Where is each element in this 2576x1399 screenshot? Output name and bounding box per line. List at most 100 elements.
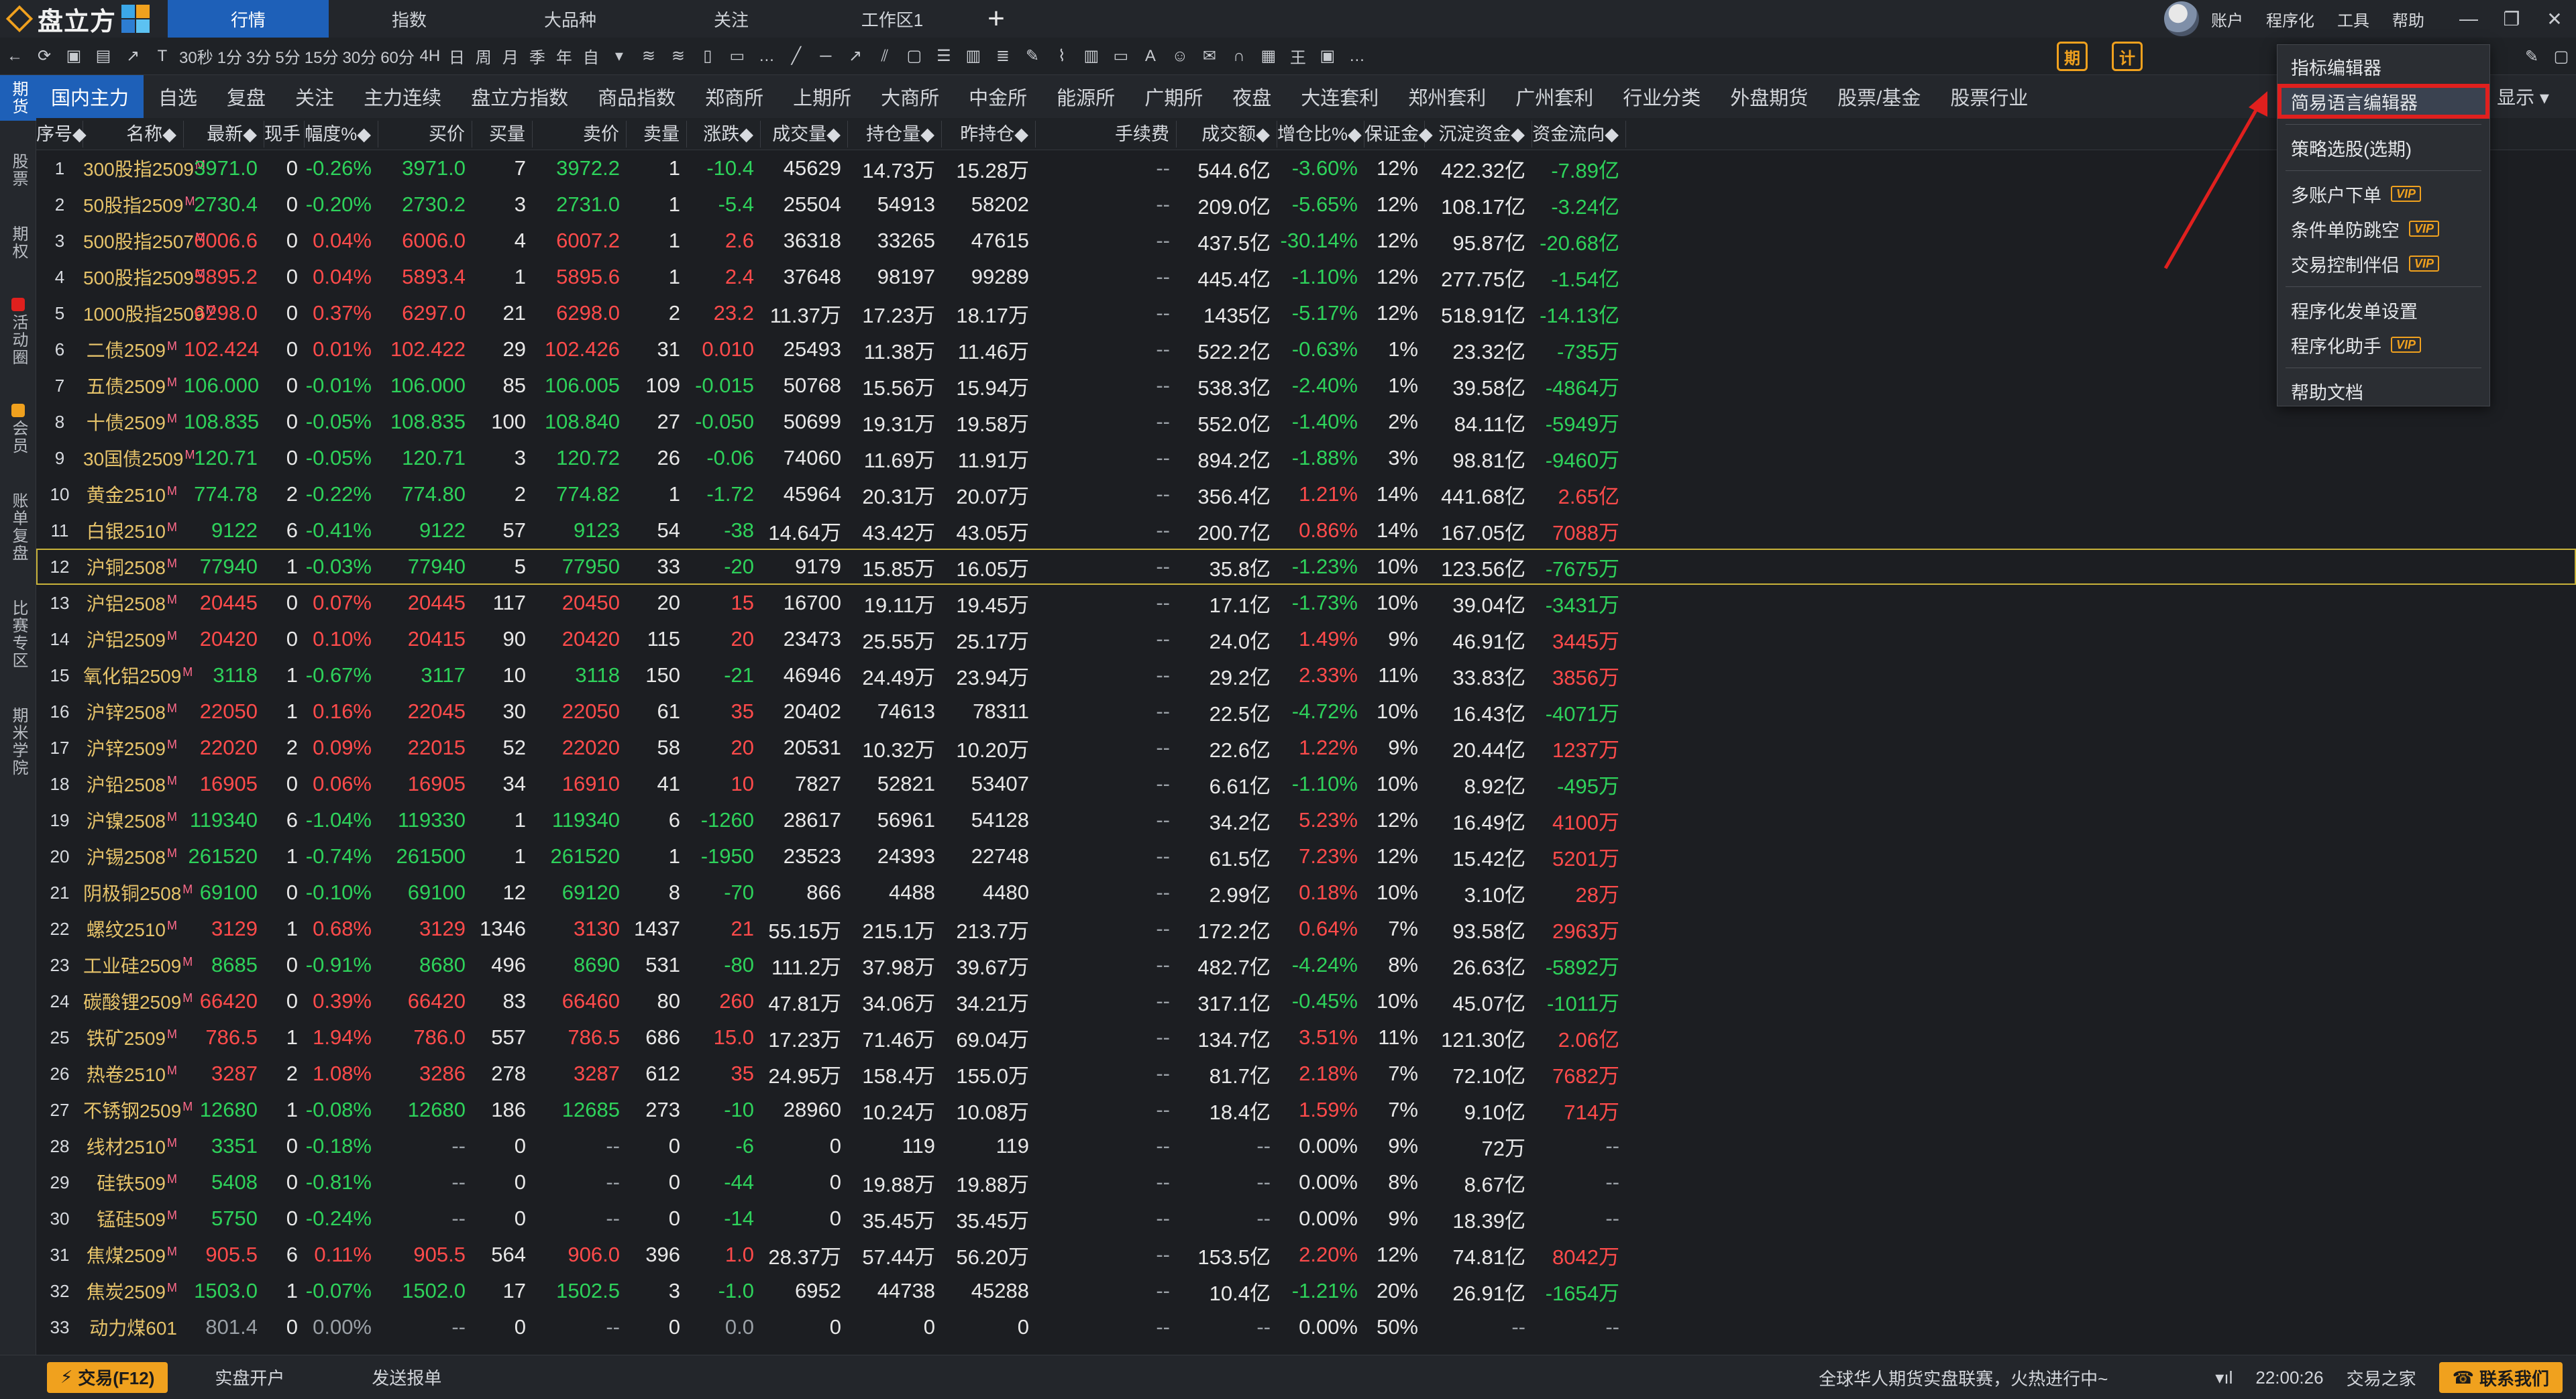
- column-header[interactable]: 买量: [472, 120, 533, 148]
- period-button[interactable]: 15分: [303, 38, 341, 75]
- category-tab[interactable]: 能源所: [1042, 75, 1130, 118]
- user-avatar[interactable]: [2164, 1, 2199, 36]
- calculator-icon[interactable]: 计: [2112, 42, 2143, 71]
- column-header[interactable]: 涨跌◆: [687, 120, 761, 148]
- drawing-tool-icon[interactable]: ▭: [722, 38, 752, 75]
- period-button[interactable]: 5分: [273, 38, 302, 75]
- drawing-tool-icon[interactable]: 王: [1283, 38, 1313, 75]
- category-tab[interactable]: 商品指数: [583, 75, 690, 118]
- menu-programmatic[interactable]: 程序化: [2266, 7, 2314, 31]
- period-button[interactable]: 30分: [340, 38, 378, 75]
- column-header[interactable]: 增仓比%◆: [1277, 120, 1364, 148]
- rail-item[interactable]: 期货: [0, 75, 36, 121]
- category-tab[interactable]: 外盘期货: [1715, 75, 1823, 118]
- drawing-tool-icon[interactable]: ▥: [959, 38, 988, 75]
- table-row[interactable]: 7 五债2509 M 106.000 0 -0.01% 106.000 85 106.005 10…: [36, 368, 2576, 404]
- category-tab[interactable]: 上期所: [778, 75, 866, 118]
- drawing-tool-icon[interactable]: ▭: [1106, 38, 1136, 75]
- futures-quick-icon[interactable]: 期: [2057, 42, 2088, 71]
- drawing-tool-icon[interactable]: ☰: [929, 38, 959, 75]
- column-header[interactable]: 成交量◆: [761, 120, 848, 148]
- rail-item[interactable]: 会员: [0, 398, 36, 460]
- period-button[interactable]: 年: [551, 38, 578, 75]
- rail-item[interactable]: 活动圈: [0, 292, 36, 372]
- table-row[interactable]: 15 氧化铝2509 M 3118 1 -0.67% 3117 10 3118 150 -21 469…: [36, 657, 2576, 693]
- toolbar-nav-icon[interactable]: ▣: [59, 38, 89, 75]
- news-ticker[interactable]: 全球华人期货实盘联赛，火热进行中~: [1819, 1365, 2108, 1390]
- edit-icon[interactable]: ✎: [2517, 38, 2546, 75]
- drawing-tool-icon[interactable]: …: [752, 38, 782, 75]
- period-button[interactable]: 自: [578, 38, 604, 75]
- menu-item[interactable]: 帮助文档: [2277, 374, 2489, 408]
- period-button[interactable]: 4H: [417, 38, 443, 75]
- rail-item[interactable]: 股票: [0, 148, 36, 193]
- menu-item[interactable]: 条件单防跳空 VIP: [2277, 211, 2489, 246]
- table-row[interactable]: 16 沪锌2508 M 22050 1 0.16% 22045 30 22050 61 35 2040…: [36, 693, 2576, 730]
- table-row[interactable]: 28 线材2510 M 3351 0 -0.18% -- 0 -- 0 -6 0 119 119 -- -- 0…: [36, 1128, 2576, 1164]
- drawing-tool-icon[interactable]: ≋: [634, 38, 663, 75]
- column-header[interactable]: 保证金◆: [1364, 120, 1433, 148]
- menu-item[interactable]: 程序化发单设置: [2277, 292, 2489, 327]
- table-row[interactable]: 9 30国债2509 M 120.71 0 -0.05% 120.71 3 120.72 26 -0…: [36, 440, 2576, 476]
- rail-item[interactable]: 账单复盘: [0, 487, 36, 567]
- toolbar-nav-icon[interactable]: ▤: [89, 38, 118, 75]
- period-button[interactable]: 日: [443, 38, 470, 75]
- table-row[interactable]: 6 二债2509 M 102.424 0 0.01% 102.422 29 102.426 31 0…: [36, 331, 2576, 368]
- table-row[interactable]: 32 焦炭2509 M 1503.0 1 -0.07% 1502.0 17 1502.5 3 -1.…: [36, 1273, 2576, 1309]
- contact-us-button[interactable]: ☎ 联系我们: [2438, 1362, 2563, 1393]
- period-button[interactable]: 季: [524, 38, 551, 75]
- period-button[interactable]: 周: [470, 38, 497, 75]
- workspace-tab[interactable]: 关注: [651, 0, 812, 38]
- table-row[interactable]: 31 焦煤2509 M 905.5 6 0.11% 905.5 564 906.0 396 1.0 2…: [36, 1237, 2576, 1273]
- rail-item[interactable]: 比赛专区: [0, 594, 36, 675]
- column-header[interactable]: 手续费: [1036, 120, 1177, 148]
- table-row[interactable]: 19 沪镍2508 M 119340 6 -1.04% 119330 1 119340 6 -126…: [36, 802, 2576, 838]
- column-header[interactable]: 昨持仓◆: [942, 120, 1036, 148]
- menu-item[interactable]: 程序化助手 VIP: [2277, 327, 2489, 362]
- column-header[interactable]: 沉淀资金◆: [1425, 120, 1532, 148]
- drawing-tool-icon[interactable]: A: [1136, 38, 1165, 75]
- category-tab[interactable]: 关注: [280, 75, 349, 118]
- minimize-icon[interactable]: —: [2447, 8, 2490, 30]
- rail-item[interactable]: 期权: [0, 220, 36, 266]
- category-tab[interactable]: 郑商所: [690, 75, 778, 118]
- drawing-tool-icon[interactable]: ☺: [1165, 38, 1195, 75]
- table-row[interactable]: 17 沪锌2509 M 22020 2 0.09% 22015 52 22020 58 20 2053…: [36, 730, 2576, 766]
- send-report-link[interactable]: 发送报单: [372, 1365, 441, 1390]
- drawing-tool-icon[interactable]: ✎: [1018, 38, 1047, 75]
- column-header[interactable]: 资金流向◆: [1532, 120, 1626, 148]
- category-tab[interactable]: 盘立方指数: [456, 75, 583, 118]
- drawing-tool-icon[interactable]: ▢: [900, 38, 929, 75]
- add-tab-button[interactable]: +: [973, 0, 1020, 38]
- table-row[interactable]: 22 螺纹2510 M 3129 1 0.68% 3129 1346 3130 1437 21 55.…: [36, 911, 2576, 947]
- category-tab[interactable]: 国内主力: [36, 75, 144, 118]
- toolbar-nav-icon[interactable]: T: [148, 38, 177, 75]
- drawing-tool-icon[interactable]: ▾: [604, 38, 634, 75]
- table-row[interactable]: 27 不锈钢2509 M 12680 1 -0.08% 12680 186 12685 273 -1…: [36, 1092, 2576, 1128]
- category-tab[interactable]: 夜盘: [1218, 75, 1286, 118]
- table-row[interactable]: 26 热卷2510 M 3287 2 1.08% 3286 278 3287 612 35 24.95…: [36, 1056, 2576, 1092]
- menu-item[interactable]: 策略选股(选期): [2277, 130, 2489, 165]
- workspace-tab[interactable]: 工作区1: [812, 0, 973, 38]
- column-header[interactable]: 卖量: [627, 120, 687, 148]
- table-row[interactable]: 12 沪铜2508 M 77940 1 -0.03% 77940 5 77950 33 -20 917…: [36, 549, 2576, 585]
- drawing-tool-icon[interactable]: …: [1342, 38, 1372, 75]
- column-header[interactable]: 名称◆: [83, 120, 184, 148]
- category-tab[interactable]: 主力连续: [349, 75, 456, 118]
- open-account-link[interactable]: 实盘开户: [215, 1365, 284, 1390]
- drawing-tool-icon[interactable]: ▣: [1313, 38, 1342, 75]
- table-row[interactable]: 14 沪铝2509 M 20420 0 0.10% 20415 90 20420 115 20 234…: [36, 621, 2576, 657]
- table-row[interactable]: 30 锰硅509 M 5750 0 -0.24% -- 0 -- 0 -14 0 35.45万 35.45…: [36, 1200, 2576, 1237]
- table-row[interactable]: 23 工业硅2509 M 8685 0 -0.91% 8680 496 8690 531 -80 11…: [36, 947, 2576, 983]
- category-tab[interactable]: 广期所: [1130, 75, 1218, 118]
- drawing-tool-icon[interactable]: ╱: [782, 38, 811, 75]
- fullscreen-icon[interactable]: ▢: [2546, 38, 2576, 75]
- toolbar-nav-icon[interactable]: ←: [0, 38, 30, 75]
- category-tab[interactable]: 中金所: [954, 75, 1042, 118]
- drawing-tool-icon[interactable]: ▦: [1254, 38, 1283, 75]
- category-tab[interactable]: 复盘: [212, 75, 280, 118]
- drawing-tool-icon[interactable]: ─: [811, 38, 841, 75]
- category-tab[interactable]: 自选: [144, 75, 212, 118]
- workspace-tab[interactable]: 行情: [168, 0, 329, 38]
- drawing-tool-icon[interactable]: ↗: [841, 38, 870, 75]
